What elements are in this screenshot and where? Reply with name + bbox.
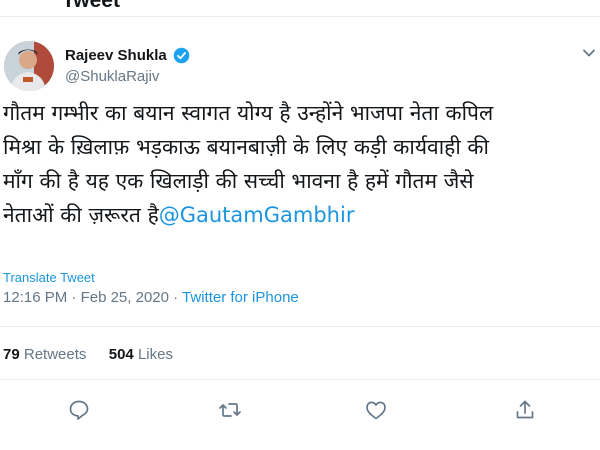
tweet-text-line: नेताओं की ज़रूरत है@GautamGambhir [3,198,599,232]
page-title: Tweet [62,0,120,12]
tweet-text-fragment: नेताओं की ज़रूरत है [3,203,159,227]
page-header: Tweet [0,0,600,17]
tweet-date[interactable]: Feb 25, 2020 [81,289,169,306]
avatar[interactable] [4,41,54,91]
author-handle[interactable]: @ShuklaRajiv [65,68,159,85]
translate-tweet-link[interactable]: Translate Tweet [3,270,95,285]
tweet-meta: 12:16 PM · Feb 25, 2020 · Twitter for iP… [3,289,299,306]
tweet-text: गौतम गम्भीर का बयान स्वागत योग्य है उन्ह… [3,96,599,232]
meta-separator: · [67,289,81,306]
reply-icon[interactable] [67,398,91,422]
tweet-text-line: गौतम गम्भीर का बयान स्वागत योग्य है उन्ह… [3,101,494,125]
retweet-icon[interactable] [218,398,242,422]
avatar-image [4,41,54,91]
retweets-label: Retweets [23,346,87,363]
meta-separator: · [168,289,183,306]
mention-link[interactable]: @GautamGambhir [159,203,355,227]
retweets-stat[interactable]: 79 Retweets [3,346,86,363]
likes-count: 504 [108,346,134,363]
tweet-text-line: मिश्रा के ख़िलाफ़ भड़काऊ बयानबाज़ी के लि… [3,135,489,159]
likes-label: Likes [137,346,173,363]
retweets-count: 79 [3,346,20,363]
verified-badge-icon [173,47,190,64]
share-icon[interactable] [513,398,537,422]
tweet-text-line: माँग की है यह एक खिलाड़ी की सच्ची भावना … [3,169,474,193]
likes-stat[interactable]: 504 Likes [109,346,173,363]
tweet-source-link[interactable]: Twitter for iPhone [182,289,299,306]
heart-icon[interactable] [364,398,388,422]
tweet-stats: 79 Retweets 504 Likes [3,346,173,363]
divider [0,379,600,380]
chevron-down-icon[interactable] [582,46,596,60]
author-name[interactable]: Rajeev Shukla [65,47,167,64]
tweet-time[interactable]: 12:16 PM [3,289,67,306]
divider [0,326,600,327]
